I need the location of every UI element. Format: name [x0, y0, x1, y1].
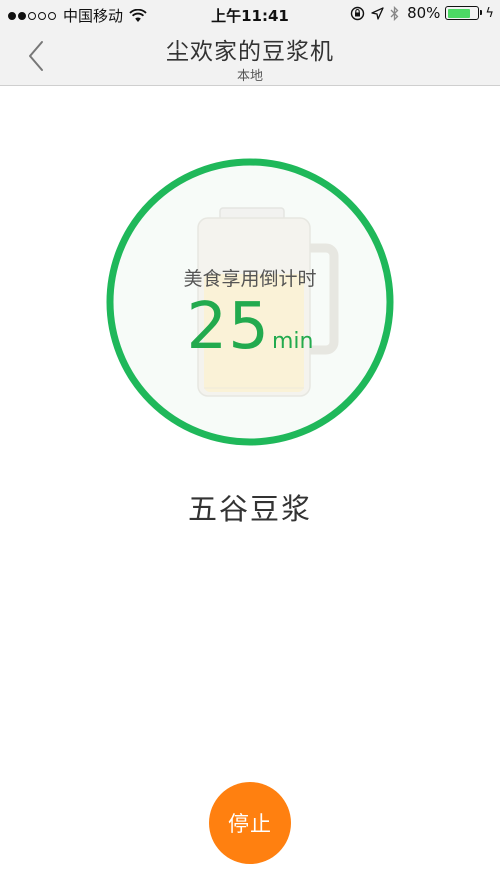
rotation-lock-icon — [350, 6, 365, 20]
battery-icon — [445, 6, 483, 20]
countdown-ring: 美食享用倒计时 25min — [104, 156, 396, 448]
charging-bolt-icon: ϟ — [485, 5, 494, 21]
page-title: 尘欢家的豆浆机 — [166, 39, 334, 65]
battery-percent: 80% — [407, 4, 441, 22]
nav-bar: 尘欢家的豆浆机 本地 — [0, 28, 500, 86]
page-subtitle: 本地 — [236, 69, 263, 84]
battery-fill — [447, 8, 470, 18]
countdown-value: 25 — [186, 290, 270, 364]
countdown-unit: min — [271, 329, 314, 354]
status-bar: 中国移动 上午11:41 80% ϟ — [0, 0, 500, 28]
bluetooth-icon — [390, 5, 399, 21]
countdown-caption: 美食享用倒计时 — [183, 268, 317, 290]
countdown-readout: 25min — [104, 292, 396, 362]
stop-button[interactable]: 停止 — [209, 782, 291, 864]
status-right: 80% ϟ — [344, 4, 494, 22]
recipe-name: 五谷豆浆 — [187, 492, 312, 526]
location-arrow-icon — [371, 6, 384, 20]
app-screen: 中国移动 上午11:41 80% ϟ 尘欢家的豆浆机 本地 美食享用倒计时 25… — [0, 0, 500, 889]
